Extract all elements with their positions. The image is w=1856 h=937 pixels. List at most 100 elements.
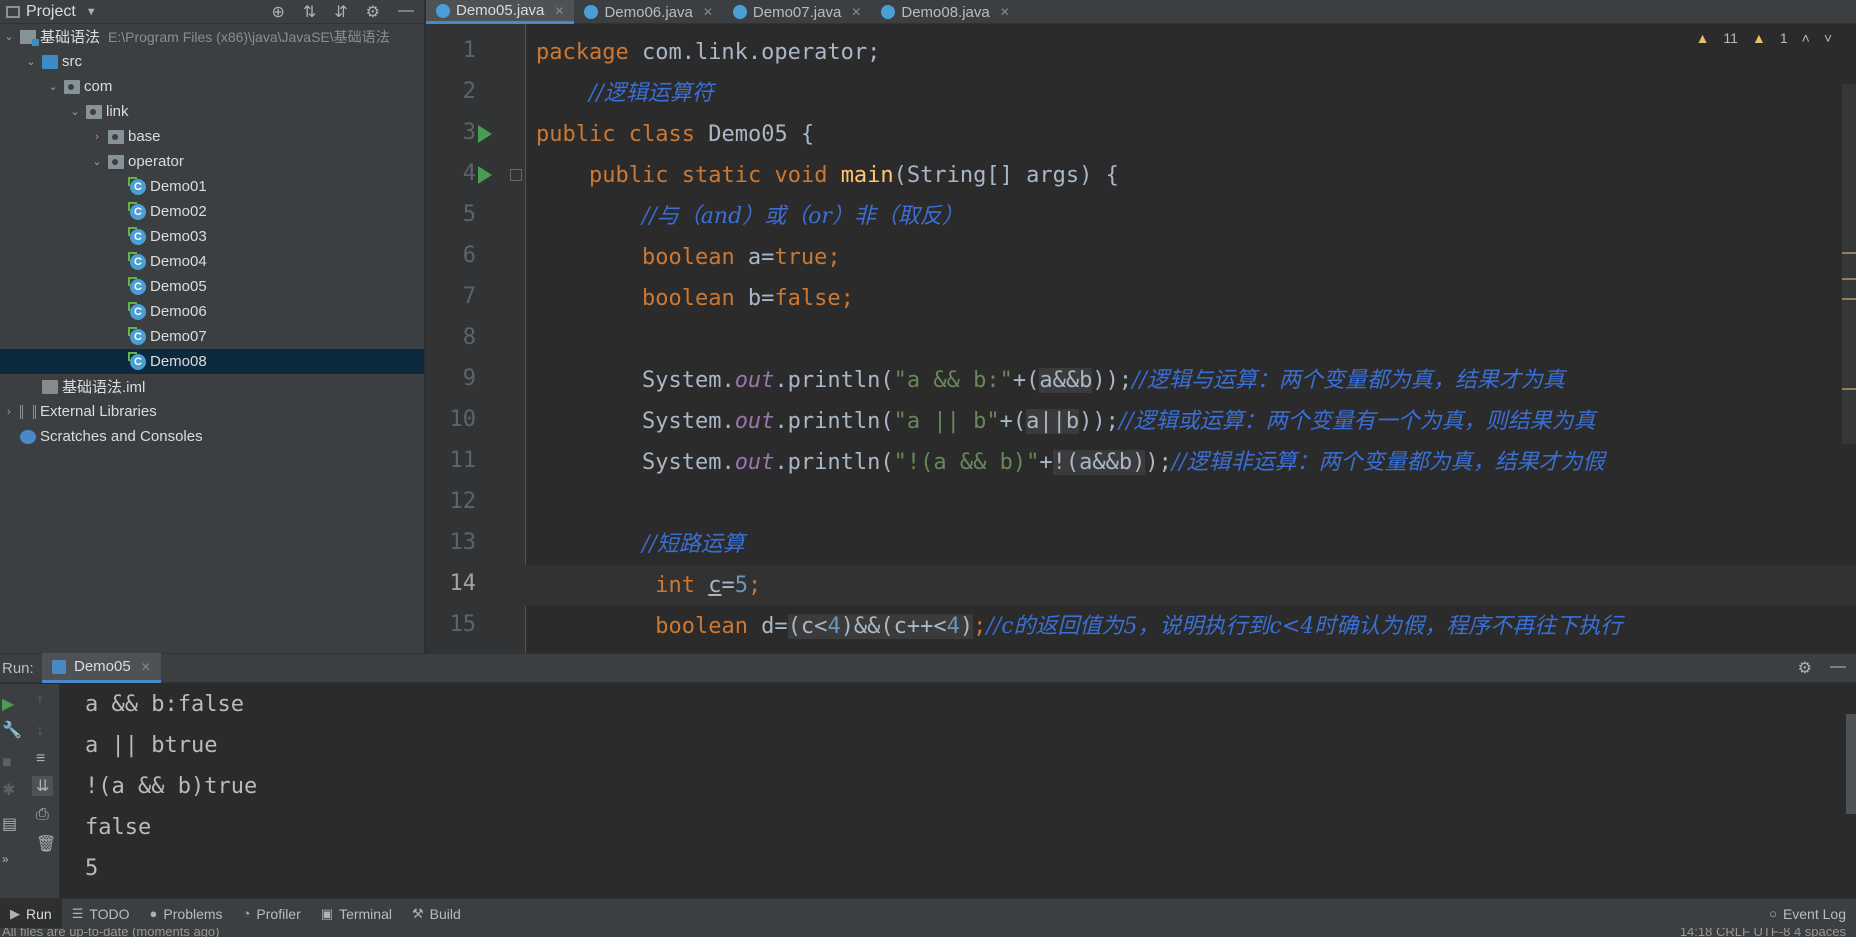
chevron-right-icon[interactable]: › xyxy=(2,406,16,418)
fold-icon[interactable] xyxy=(510,169,522,181)
line-number: 8 xyxy=(462,325,476,350)
run-gutter-icon[interactable] xyxy=(478,125,492,143)
tree-item[interactable]: C Demo02 xyxy=(0,199,424,224)
tree-item[interactable]: C Demo05 xyxy=(0,274,424,299)
java-class-icon: C xyxy=(128,326,146,345)
tree-item[interactable]: Scratches and Consoles xyxy=(0,424,424,449)
debug-icon[interactable]: ✱ xyxy=(2,780,15,800)
tool-todo-label: TODO xyxy=(89,905,130,922)
editor-tab-label: Demo07.java xyxy=(752,3,842,21)
tree-item-label: base xyxy=(128,128,161,145)
tree-item[interactable]: C Demo04 xyxy=(0,249,424,274)
editor-tab[interactable]: Demo07.java ✕ xyxy=(723,0,871,24)
java-class-icon: C xyxy=(128,276,146,295)
arrow-up-icon[interactable]: ↑ xyxy=(36,692,44,710)
code-area[interactable]: package com.link.operator; //逻辑运算符 publi… xyxy=(520,24,1856,653)
rerun-icon[interactable]: ▶ xyxy=(2,694,14,714)
tree-item[interactable]: 基础语法.iml xyxy=(0,374,424,399)
console-line: a && b:false xyxy=(85,692,244,717)
chevron-down-icon[interactable]: ⌄ xyxy=(24,55,38,68)
status-right-info[interactable]: 14:18 CRLF UTF-8 4 spaces xyxy=(1680,928,1846,937)
run-tab-demo05[interactable]: Demo05 ✕ xyxy=(42,653,161,683)
gear-icon[interactable]: ⚙ xyxy=(1798,658,1812,678)
tool-build-label: Build xyxy=(429,905,461,922)
tool-todo[interactable]: ☰ TODO xyxy=(62,899,140,929)
project-view-selector[interactable]: Project xyxy=(26,3,76,21)
event-log-label: Event Log xyxy=(1782,905,1846,922)
minimize-icon[interactable]: — xyxy=(1830,658,1846,678)
run-config-icon xyxy=(52,659,66,674)
tree-item[interactable]: ⌄ src xyxy=(0,49,424,74)
tool-event-log[interactable]: ○ Event Log xyxy=(1759,899,1856,929)
java-class-icon xyxy=(732,5,747,19)
arrow-down-icon[interactable]: ↓ xyxy=(36,722,44,740)
locate-icon[interactable]: ⊕ xyxy=(271,2,284,22)
tree-item[interactable]: ⌄ operator xyxy=(0,149,424,174)
gear-icon[interactable]: ⚙ xyxy=(366,2,380,22)
close-icon[interactable]: ✕ xyxy=(851,5,861,19)
wrench-icon[interactable]: 🔧 xyxy=(2,720,22,740)
line-number: 10 xyxy=(449,407,477,432)
line-number: 1 xyxy=(462,38,476,63)
console-scrollbar[interactable] xyxy=(1846,714,1856,814)
tree-item[interactable]: C Demo07 xyxy=(0,324,424,349)
tool-profiler[interactable]: ◔ Profiler xyxy=(233,899,311,929)
code-editor[interactable]: 1 2 3 4 5 6 7 8 9 10 11 12 13 14 15 ▲ 11 ▲ 1 ˄ ˅ package… xyxy=(426,24,1856,653)
chevron-down-icon[interactable]: ▼ xyxy=(86,6,97,18)
tree-item[interactable]: ⌄ 基础语法 E:\Program Files (x86)\java\JavaSE\… xyxy=(0,24,424,49)
libraries-icon xyxy=(20,404,36,419)
collapse-all-icon[interactable]: ⇵ xyxy=(334,2,347,22)
tree-item[interactable]: ⌄ link xyxy=(0,99,424,124)
layout-icon[interactable]: ▤ xyxy=(2,814,17,834)
hammer-icon: ⚒ xyxy=(411,905,424,921)
tool-run[interactable]: ▶ Run xyxy=(0,898,62,929)
tree-item[interactable]: C Demo06 xyxy=(0,299,424,324)
code-line-10: System.out.println("a || b"+(a||b));//逻辑… xyxy=(641,409,1596,434)
status-bar: All files are up-to-date (moments ago) 1… xyxy=(0,928,1856,937)
tool-problems[interactable]: ● Problems xyxy=(140,899,233,929)
editor-tab[interactable]: Demo05.java ✕ xyxy=(426,0,575,24)
event-log-icon: ○ xyxy=(1769,906,1777,921)
more-icon[interactable]: » xyxy=(2,852,9,866)
chevron-right-icon[interactable]: › xyxy=(90,131,104,143)
close-icon[interactable]: ✕ xyxy=(1000,5,1010,19)
chevron-down-icon[interactable]: ⌄ xyxy=(46,80,60,93)
close-icon[interactable]: ✕ xyxy=(141,660,151,674)
close-icon[interactable]: ✕ xyxy=(554,4,564,18)
chevron-down-icon[interactable]: ⌄ xyxy=(90,155,104,168)
expand-all-icon[interactable]: ⇅ xyxy=(303,2,316,22)
tree-item[interactable]: › External Libraries xyxy=(0,399,424,424)
editor-tab[interactable]: Demo08.java ✕ xyxy=(871,0,1019,24)
editor-tab[interactable]: Demo06.java ✕ xyxy=(574,0,722,24)
java-class-icon: C xyxy=(128,251,146,270)
tree-item-label: Demo03 xyxy=(150,228,207,245)
play-icon: ▶ xyxy=(10,905,20,921)
trash-icon[interactable]: 🗑 xyxy=(36,834,56,854)
source-folder-icon xyxy=(42,54,58,69)
tree-item-label: com xyxy=(84,78,113,95)
code-line-11: System.out.println("!(a && b)"+!(a&&b));… xyxy=(641,450,1605,475)
java-class-icon: C xyxy=(128,301,146,320)
tree-item[interactable]: C Demo08 xyxy=(0,349,424,374)
minimize-icon[interactable]: — xyxy=(398,2,414,22)
console-output[interactable]: a && b:false a || btrue !(a && b)true fa… xyxy=(60,684,1856,898)
tree-item[interactable]: › base xyxy=(0,124,424,149)
project-view-icon xyxy=(6,5,20,18)
tool-build[interactable]: ⚒ Build xyxy=(402,899,471,929)
tree-item[interactable]: C Demo01 xyxy=(0,174,424,199)
tool-terminal[interactable]: ▣ Terminal xyxy=(311,899,402,929)
soft-wrap-icon[interactable]: ≡ xyxy=(36,750,45,768)
tree-item[interactable]: C Demo03 xyxy=(0,224,424,249)
close-icon[interactable]: ✕ xyxy=(703,5,713,19)
run-gutter-icon[interactable] xyxy=(478,166,492,184)
code-line-3: public class Demo05 { xyxy=(536,122,815,147)
scroll-to-end-icon[interactable]: ⇊ xyxy=(32,776,54,796)
java-class-icon: C xyxy=(128,351,146,370)
java-class-icon: C xyxy=(128,226,146,245)
stop-icon[interactable]: ■ xyxy=(2,754,12,772)
print-icon[interactable]: ⎙ xyxy=(36,806,49,824)
run-panel-label: Run: xyxy=(2,659,34,677)
chevron-down-icon[interactable]: ⌄ xyxy=(2,30,16,43)
tree-item[interactable]: ⌄ com xyxy=(0,74,424,99)
chevron-down-icon[interactable]: ⌄ xyxy=(68,105,82,118)
